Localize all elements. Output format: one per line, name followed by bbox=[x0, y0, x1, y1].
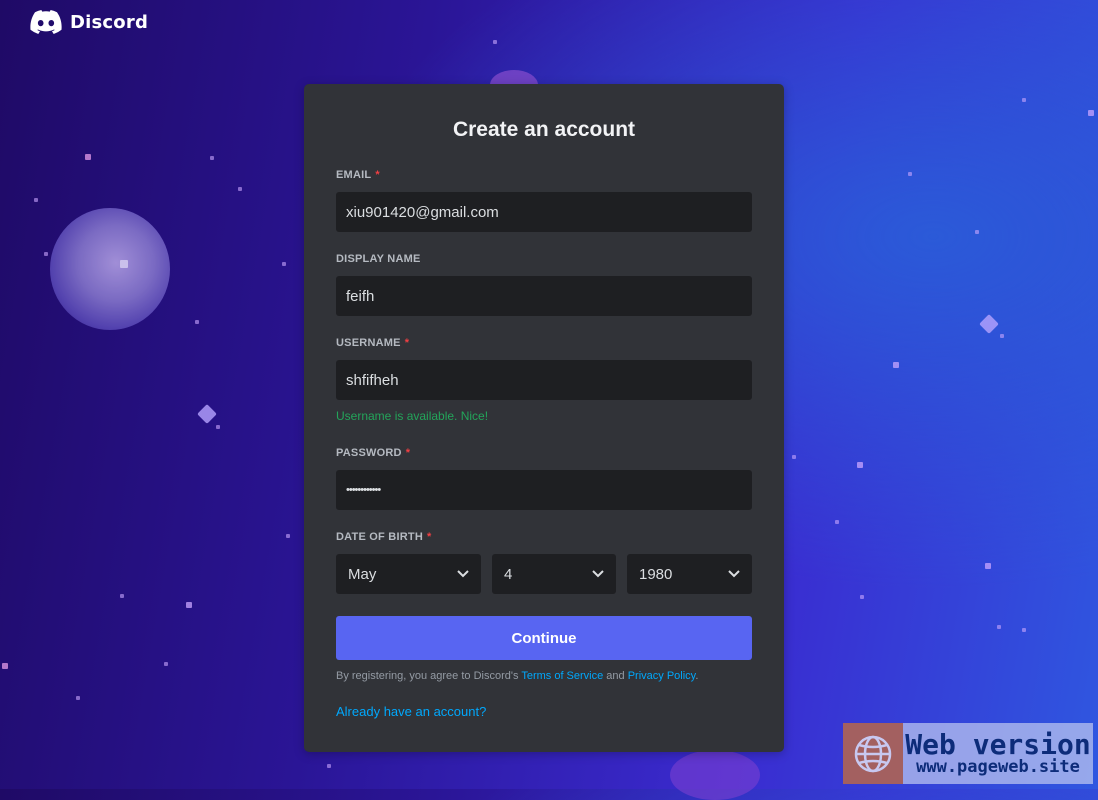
sparkle bbox=[979, 314, 999, 334]
display-name-group: DISPLAY NAME feifh bbox=[336, 252, 752, 316]
year-value: 1980 bbox=[639, 565, 673, 583]
display-name-label: DISPLAY NAME bbox=[336, 253, 421, 265]
register-card: Create an account EMAIL * xiu901420@gmail… bbox=[304, 84, 784, 752]
discord-icon bbox=[30, 10, 62, 34]
star bbox=[282, 262, 286, 266]
star bbox=[85, 154, 91, 160]
legal-suffix: . bbox=[695, 670, 699, 682]
planet-orb-bottom bbox=[670, 750, 760, 800]
watermark: Web version www.pageweb.site bbox=[843, 723, 1093, 784]
email-group: EMAIL * xiu901420@gmail.com bbox=[336, 168, 752, 232]
dob-group: DATE OF BIRTH * May 4 1980 bbox=[336, 530, 752, 594]
star bbox=[792, 455, 796, 459]
password-value: •••••••••••• bbox=[346, 484, 381, 496]
star bbox=[997, 625, 1001, 629]
username-field[interactable]: shfifheh bbox=[336, 360, 752, 400]
terms-link[interactable]: Terms of Service bbox=[521, 670, 603, 682]
password-group: PASSWORD * •••••••••••• bbox=[336, 446, 752, 510]
star bbox=[164, 662, 168, 666]
email-value: xiu901420@gmail.com bbox=[346, 203, 499, 221]
required-marker: * bbox=[375, 169, 380, 181]
brand-name: Discord bbox=[70, 11, 149, 33]
star bbox=[76, 696, 80, 700]
star bbox=[2, 663, 8, 669]
discord-logo[interactable]: Discord bbox=[30, 10, 148, 34]
year-select[interactable]: 1980 bbox=[627, 554, 752, 594]
star bbox=[186, 602, 192, 608]
email-field[interactable]: xiu901420@gmail.com bbox=[336, 192, 752, 232]
login-link[interactable]: Already have an account? bbox=[336, 704, 486, 719]
star bbox=[1022, 98, 1026, 102]
star bbox=[216, 425, 220, 429]
globe-icon bbox=[843, 723, 903, 784]
star bbox=[286, 534, 290, 538]
star bbox=[975, 230, 979, 234]
month-select[interactable]: May bbox=[336, 554, 481, 594]
username-status: Username is available. Nice! bbox=[336, 409, 489, 423]
chevron-down-icon bbox=[592, 570, 604, 578]
star bbox=[1088, 110, 1094, 116]
star bbox=[985, 563, 991, 569]
continue-button[interactable]: Continue bbox=[336, 616, 752, 660]
star bbox=[893, 362, 899, 368]
chevron-down-icon bbox=[457, 570, 469, 578]
star bbox=[857, 462, 863, 468]
star bbox=[210, 156, 214, 160]
watermark-text: Web version www.pageweb.site bbox=[903, 727, 1093, 778]
username-value: shfifheh bbox=[346, 371, 399, 389]
star bbox=[34, 198, 38, 202]
privacy-link[interactable]: Privacy Policy bbox=[628, 670, 696, 682]
star bbox=[195, 320, 199, 324]
required-marker: * bbox=[404, 337, 410, 349]
email-label: EMAIL * bbox=[336, 169, 380, 181]
star bbox=[860, 595, 864, 599]
legal-notice: By registering, you agree to Discord's T… bbox=[336, 670, 698, 682]
star bbox=[493, 40, 497, 44]
star bbox=[835, 520, 839, 524]
legal-and: and bbox=[603, 670, 628, 682]
watermark-url: www.pageweb.site bbox=[916, 757, 1080, 778]
dob-selects: May 4 1980 bbox=[336, 554, 752, 594]
star bbox=[1000, 334, 1004, 338]
star bbox=[327, 764, 331, 768]
day-value: 4 bbox=[504, 565, 513, 583]
legal-prefix: By registering, you agree to Discord's bbox=[336, 670, 522, 682]
sparkle bbox=[197, 404, 217, 424]
username-group: USERNAME * shfifheh Username is available… bbox=[336, 336, 752, 423]
star bbox=[908, 172, 912, 176]
page-title: Create an account bbox=[452, 118, 636, 141]
star bbox=[120, 594, 124, 598]
month-value: May bbox=[348, 565, 377, 583]
star bbox=[238, 187, 242, 191]
required-marker: * bbox=[405, 447, 411, 459]
password-field[interactable]: •••••••••••• bbox=[336, 470, 752, 510]
dob-label: DATE OF BIRTH * bbox=[336, 531, 432, 543]
watermark-title: Web version bbox=[905, 727, 1091, 761]
star bbox=[1022, 628, 1026, 632]
required-marker: * bbox=[426, 531, 432, 543]
display-name-value: feifh bbox=[346, 287, 375, 305]
star bbox=[44, 252, 48, 256]
display-name-field[interactable]: feifh bbox=[336, 276, 752, 316]
chevron-down-icon bbox=[728, 570, 740, 578]
day-select[interactable]: 4 bbox=[492, 554, 616, 594]
planet-orb bbox=[50, 208, 170, 330]
password-label: PASSWORD * bbox=[336, 447, 411, 459]
username-label: USERNAME * bbox=[336, 337, 410, 349]
